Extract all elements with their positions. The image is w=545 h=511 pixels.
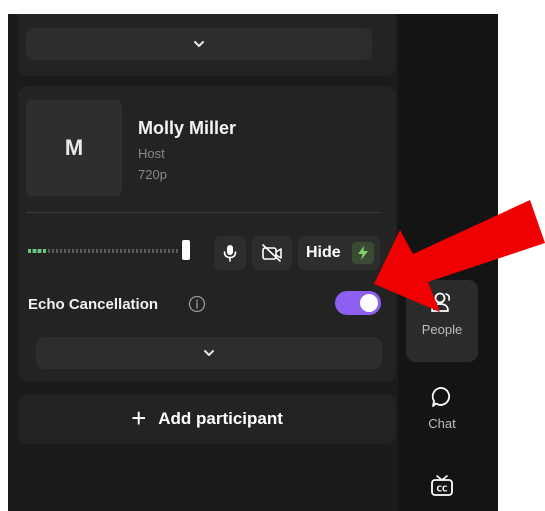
participant-role: Host	[138, 146, 165, 161]
participant-card: M Molly Miller Host 720p Hide Echo Cance…	[18, 86, 396, 382]
rail-label-chat: Chat	[428, 416, 456, 431]
closed-captions-icon: CC	[431, 475, 453, 496]
camera-button[interactable]	[252, 236, 292, 270]
chevron-down-icon	[194, 41, 204, 47]
echo-cancellation-toggle[interactable]	[335, 291, 381, 315]
mic-button[interactable]	[214, 236, 246, 270]
add-participant-button[interactable]: + Add participant	[18, 394, 396, 444]
side-rail: People Chat CC	[398, 14, 498, 511]
toggle-knob	[360, 294, 378, 312]
info-icon[interactable]	[188, 295, 206, 313]
rail-label-people: People	[421, 322, 463, 337]
rail-item-captions[interactable]: CC	[406, 472, 478, 511]
add-participant-label: Add participant	[158, 409, 283, 428]
svg-text:CC: CC	[436, 485, 448, 494]
people-icon	[431, 292, 450, 312]
chevron-down-icon	[204, 350, 214, 356]
hide-button[interactable]: Hide	[298, 236, 380, 270]
participant-resolution: 720p	[138, 167, 167, 182]
participant-name: Molly Miller	[138, 118, 237, 138]
participant-card-collapsed	[18, 14, 396, 76]
plus-icon: +	[131, 403, 147, 433]
rail-item-people[interactable]: People	[406, 280, 478, 362]
meeting-app: M Molly Miller Host 720p Hide Echo Cance…	[8, 14, 498, 511]
lightning-bolt-icon	[358, 246, 368, 260]
volume-slider-handle[interactable]	[182, 240, 190, 260]
expand-button-top[interactable]	[26, 28, 372, 60]
hide-button-label: Hide	[306, 244, 341, 261]
bolt-badge	[352, 242, 374, 264]
audio-level-meter	[28, 249, 178, 253]
avatar: M	[26, 100, 122, 196]
camera-off-icon	[262, 244, 282, 262]
microphone-icon	[223, 245, 237, 262]
echo-cancellation-label: Echo Cancellation	[28, 296, 159, 313]
rail-item-chat[interactable]: Chat	[406, 386, 478, 446]
divider	[26, 212, 380, 213]
audio-level-fill	[28, 249, 46, 253]
chat-bubble-icon	[431, 387, 451, 407]
expand-button[interactable]	[36, 337, 382, 369]
